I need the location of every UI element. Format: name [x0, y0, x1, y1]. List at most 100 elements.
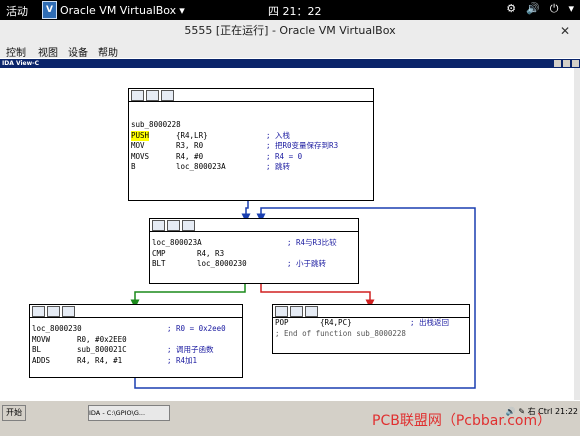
comment: ; 调用子函数	[167, 345, 214, 355]
code-line[interactable]: sub_8000228	[131, 120, 373, 131]
mnemonic: BL	[32, 345, 42, 355]
mnemonic: BLT	[152, 259, 166, 269]
block-header	[150, 219, 358, 232]
comment: ; R0 = 0x2ee0	[167, 324, 226, 333]
block-loc_8000230[interactable]: loc_8000230 ; R0 = 0x2ee0 MOVW R0, #0x2EE0…	[29, 304, 243, 378]
comment: ; R4加1	[167, 355, 198, 365]
operands: loc_800023A	[176, 162, 226, 172]
operands: R4, R3	[197, 248, 225, 258]
taskbar-clock: 21:22	[554, 407, 578, 416]
operands: R4, R4, #1	[77, 355, 123, 365]
mnemonic: MOV	[131, 141, 145, 151]
text-icon	[62, 306, 75, 317]
text-icon	[161, 90, 174, 101]
app-name: Oracle VM VirtualBox	[60, 3, 177, 17]
graph-icon	[275, 306, 288, 317]
menu-bar: 控制 视图 设备 帮助	[0, 42, 580, 59]
label: loc_8000230	[32, 324, 82, 333]
code-line[interactable]: BLT loc_8000230 ; 小于跳转	[152, 259, 358, 270]
edit-icon	[47, 306, 60, 317]
code-line[interactable]: loc_800023A ; R4与R3比较	[152, 238, 358, 249]
power-icon[interactable]: ⏻	[550, 2, 559, 16]
block-header	[129, 89, 373, 102]
edit-icon	[167, 220, 180, 231]
block-header	[30, 305, 242, 318]
activities-button[interactable]: 活动	[6, 3, 28, 19]
operands: R0, #0x2EE0	[77, 334, 127, 344]
vertical-scrollbar[interactable]	[574, 68, 580, 400]
block-header	[273, 305, 469, 318]
menu-chevron-icon[interactable]: ▾	[568, 2, 574, 16]
label: loc_800023A	[152, 238, 202, 247]
ida-view-title: IDA View-C	[2, 60, 40, 67]
mnemonic: ADDS	[32, 355, 51, 365]
end-of-function-comment: ; End of function sub_8000228	[275, 328, 406, 338]
maximize-icon[interactable]	[563, 60, 570, 67]
mnemonic: MOVW	[32, 334, 51, 344]
system-tray[interactable]: ⚙ 🔊 ⏻ ▾	[506, 2, 574, 16]
clock[interactable]: 四 21：22	[268, 3, 322, 19]
code-line[interactable]: Bloc_800023A ; 跳转	[131, 162, 373, 173]
operands: {R4,PC}	[320, 318, 352, 327]
virtualbox-icon: V	[42, 1, 57, 19]
app-menu[interactable]: V Oracle VM VirtualBox ▾	[42, 1, 185, 19]
code-line[interactable]: MOVS R4, #0 ; R4 = 0	[131, 152, 373, 163]
code-line[interactable]: ; End of function sub_8000228	[275, 329, 469, 340]
mnemonic: CMP	[152, 248, 166, 258]
minimize-icon[interactable]	[554, 60, 561, 67]
comment: ; 跳转	[266, 162, 291, 172]
text-icon	[305, 306, 318, 317]
comment: ; R4 = 0	[266, 151, 303, 161]
start-button[interactable]: 开始	[2, 405, 26, 421]
ida-view-caption: IDA View-C	[0, 59, 580, 68]
block-loc_800023A[interactable]: loc_800023A ; R4与R3比较 CMP R4, R3 BLT loc_80…	[149, 218, 359, 284]
edit-icon	[146, 90, 159, 101]
edge-branch-true	[130, 282, 246, 309]
gnome-top-bar: 活动 V Oracle VM VirtualBox ▾ 四 21：22 ⚙ 🔊 …	[0, 0, 580, 20]
code-line[interactable]: MOV R3, R0 ; 把R0变量保存到R3	[131, 141, 373, 152]
edit-icon	[290, 306, 303, 317]
code-line[interactable]: CMP R4, R3	[152, 249, 358, 260]
close-icon[interactable]	[572, 60, 579, 67]
comment: ; 出栈返回	[410, 318, 450, 327]
comment: ; 小于跳转	[287, 259, 327, 269]
mnemonic: B	[131, 162, 136, 172]
mnemonic: PUSH	[131, 130, 150, 142]
comment: ; R4与R3比较	[287, 238, 337, 247]
operands: R4, #0	[176, 151, 204, 161]
operands: sub_800021C	[77, 345, 127, 355]
label: sub_8000228	[131, 120, 181, 129]
menu-view[interactable]: 视图	[38, 44, 58, 59]
chevron-down-icon: ▾	[179, 3, 185, 17]
edge-jump	[241, 198, 251, 223]
graph-icon	[152, 220, 165, 231]
comment: ; 把R0变量保存到R3	[266, 141, 339, 151]
menu-devices[interactable]: 设备	[68, 44, 88, 59]
close-icon[interactable]: ✕	[558, 24, 572, 38]
code-line[interactable]: loc_8000230 ; R0 = 0x2ee0	[32, 324, 242, 335]
operands: loc_8000230	[197, 259, 247, 269]
code-line[interactable]: MOVW R0, #0x2EE0	[32, 335, 242, 346]
menu-help[interactable]: 帮助	[98, 44, 118, 59]
comment: ; 入栈	[266, 130, 291, 140]
window-title: 5555 [正在运行] - Oracle VM VirtualBox	[0, 20, 580, 43]
graph-icon	[131, 90, 144, 101]
operands: R3, R0	[176, 141, 204, 151]
graph-canvas[interactable]: sub_8000228 PUSH {R4,LR} ; 入栈 MOV R3, R0 ; 把…	[0, 68, 574, 400]
edge-branch-false	[260, 282, 375, 309]
code-line[interactable]: BL sub_800021C ; 调用子函数	[32, 345, 242, 356]
code-line[interactable]: ADDS R4, R4, #1 ; R4加1	[32, 356, 242, 367]
operands: {R4,LR}	[176, 130, 208, 140]
accessibility-icon[interactable]: ⚙	[506, 2, 516, 16]
mnemonic: MOVS	[131, 151, 150, 161]
text-icon	[182, 220, 195, 231]
menu-control[interactable]: 控制	[6, 44, 26, 59]
volume-icon[interactable]: 🔊	[526, 2, 540, 16]
watermark: PCB联盟网（Pcbbar.com）	[372, 413, 552, 429]
block-return[interactable]: POP {R4,PC} ; 出栈返回 ; End of function sub_8…	[272, 304, 470, 354]
code-line[interactable]: PUSH {R4,LR} ; 入栈	[131, 130, 373, 142]
block-sub_8000228[interactable]: sub_8000228 PUSH {R4,LR} ; 入栈 MOV R3, R0 ; 把…	[128, 88, 374, 201]
mnemonic: POP	[275, 318, 289, 327]
taskbar-item-ida[interactable]: IDA - C:\GPIO\G...	[88, 405, 170, 421]
code-line[interactable]: POP {R4,PC} ; 出栈返回	[275, 318, 469, 329]
